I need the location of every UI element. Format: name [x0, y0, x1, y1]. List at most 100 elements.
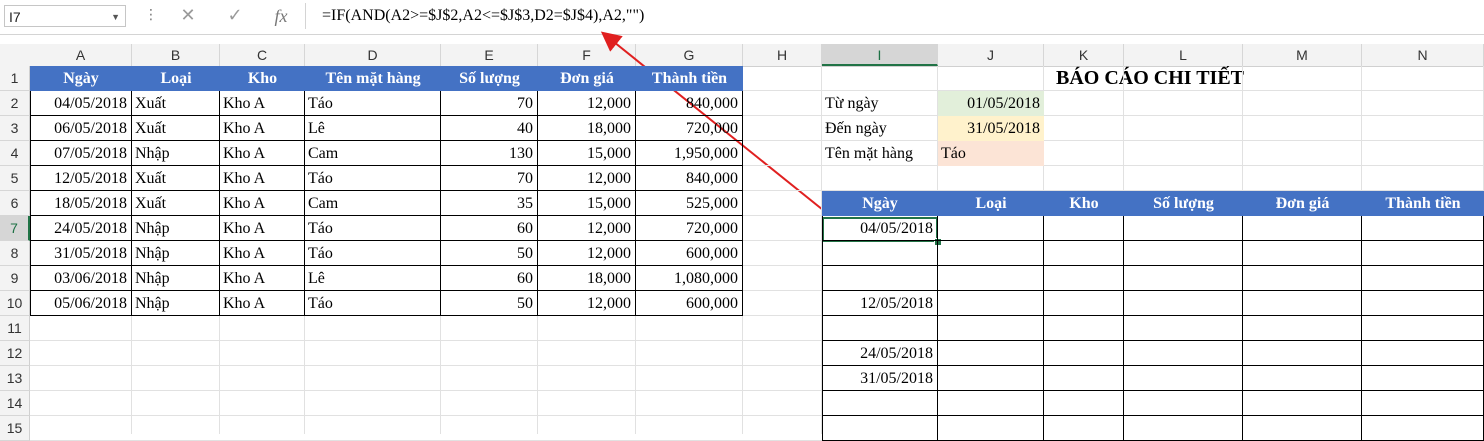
- report-cell[interactable]: [1044, 266, 1124, 291]
- report-header[interactable]: Thành tiền: [1362, 191, 1484, 216]
- source-cell[interactable]: 840,000: [636, 91, 743, 116]
- source-cell[interactable]: 720,000: [636, 216, 743, 241]
- source-header[interactable]: Loại: [132, 66, 220, 91]
- source-cell[interactable]: 70: [441, 91, 538, 116]
- report-header[interactable]: Số lượng: [1124, 191, 1243, 216]
- source-cell[interactable]: 15,000: [538, 191, 636, 216]
- source-cell[interactable]: 70: [441, 166, 538, 191]
- row-header-4[interactable]: 4: [0, 141, 30, 166]
- report-cell[interactable]: [1124, 241, 1243, 266]
- source-cell[interactable]: 06/05/2018: [30, 116, 132, 141]
- source-cell[interactable]: 24/05/2018: [30, 216, 132, 241]
- report-date-cell[interactable]: [822, 241, 938, 266]
- column-header-a[interactable]: A: [30, 44, 132, 66]
- report-cell[interactable]: [1362, 241, 1484, 266]
- report-cell[interactable]: [1044, 391, 1124, 416]
- source-cell[interactable]: Kho A: [220, 91, 305, 116]
- report-cell[interactable]: [938, 291, 1044, 316]
- criteria-label[interactable]: Từ ngày: [822, 91, 938, 116]
- column-header-d[interactable]: D: [305, 44, 441, 66]
- report-date-cell[interactable]: [822, 416, 938, 441]
- source-cell[interactable]: 07/05/2018: [30, 141, 132, 166]
- source-header[interactable]: Kho: [220, 66, 305, 91]
- report-cell[interactable]: [1124, 341, 1243, 366]
- report-cell[interactable]: [1124, 291, 1243, 316]
- report-cell[interactable]: [1124, 416, 1243, 441]
- source-cell[interactable]: 18,000: [538, 266, 636, 291]
- column-header-g[interactable]: G: [636, 44, 743, 66]
- name-box[interactable]: I7 ▼: [4, 5, 126, 27]
- formula-input[interactable]: =IF(AND(A2>=$J$2,A2<=$J$3,D2=$J$4),A2,""…: [305, 3, 1481, 29]
- report-date-cell[interactable]: 04/05/2018: [822, 216, 938, 241]
- insert-function-button[interactable]: fx: [268, 4, 294, 28]
- report-cell[interactable]: [1124, 366, 1243, 391]
- column-header-i[interactable]: I: [822, 44, 938, 66]
- source-cell[interactable]: Kho A: [220, 216, 305, 241]
- report-cell[interactable]: [1243, 416, 1362, 441]
- source-cell[interactable]: 50: [441, 241, 538, 266]
- source-cell[interactable]: 03/06/2018: [30, 266, 132, 291]
- report-cell[interactable]: [938, 341, 1044, 366]
- criteria-label[interactable]: Đến ngày: [822, 116, 938, 141]
- report-cell[interactable]: [1243, 266, 1362, 291]
- report-cell[interactable]: [1243, 241, 1362, 266]
- report-cell[interactable]: [1124, 266, 1243, 291]
- source-cell[interactable]: Cam: [305, 191, 441, 216]
- source-cell[interactable]: Nhập: [132, 241, 220, 266]
- column-header-f[interactable]: F: [538, 44, 636, 66]
- report-cell[interactable]: [1243, 216, 1362, 241]
- report-date-cell[interactable]: 12/05/2018: [822, 291, 938, 316]
- report-cell[interactable]: [1243, 391, 1362, 416]
- report-cell[interactable]: [1362, 341, 1484, 366]
- source-cell[interactable]: 31/05/2018: [30, 241, 132, 266]
- column-header-k[interactable]: K: [1044, 44, 1124, 66]
- report-cell[interactable]: [1243, 316, 1362, 341]
- source-cell[interactable]: 35: [441, 191, 538, 216]
- source-cell[interactable]: Kho A: [220, 241, 305, 266]
- report-cell[interactable]: [938, 366, 1044, 391]
- report-cell[interactable]: [938, 216, 1044, 241]
- source-cell[interactable]: 12/05/2018: [30, 166, 132, 191]
- close-icon[interactable]: ✕: [175, 4, 201, 28]
- report-date-cell[interactable]: 31/05/2018: [822, 366, 938, 391]
- row-header-12[interactable]: 12: [0, 341, 30, 366]
- row-header-13[interactable]: 13: [0, 366, 30, 391]
- report-cell[interactable]: [1362, 316, 1484, 341]
- column-header-h[interactable]: H: [743, 44, 822, 66]
- row-header-7[interactable]: 7: [0, 216, 30, 241]
- check-icon[interactable]: ✓: [222, 4, 248, 28]
- source-cell[interactable]: Táo: [305, 291, 441, 316]
- report-cell[interactable]: [938, 416, 1044, 441]
- source-cell[interactable]: Cam: [305, 141, 441, 166]
- report-cell[interactable]: [1124, 391, 1243, 416]
- report-cell[interactable]: [1044, 241, 1124, 266]
- report-cell[interactable]: [1362, 291, 1484, 316]
- column-header-e[interactable]: E: [441, 44, 538, 66]
- source-cell[interactable]: Nhập: [132, 266, 220, 291]
- source-cell[interactable]: 130: [441, 141, 538, 166]
- row-header-5[interactable]: 5: [0, 166, 30, 191]
- report-cell[interactable]: [938, 316, 1044, 341]
- report-cell[interactable]: [1362, 266, 1484, 291]
- row-header-9[interactable]: 9: [0, 266, 30, 291]
- source-cell[interactable]: Táo: [305, 216, 441, 241]
- criteria-value[interactable]: 01/05/2018: [938, 91, 1044, 116]
- report-cell[interactable]: [1362, 216, 1484, 241]
- source-cell[interactable]: 600,000: [636, 241, 743, 266]
- source-cell[interactable]: 40: [441, 116, 538, 141]
- source-header[interactable]: Đơn giá: [538, 66, 636, 91]
- row-header-3[interactable]: 3: [0, 116, 30, 141]
- report-cell[interactable]: [1243, 291, 1362, 316]
- report-date-cell[interactable]: [822, 391, 938, 416]
- source-cell[interactable]: Kho A: [220, 166, 305, 191]
- source-cell[interactable]: 15,000: [538, 141, 636, 166]
- source-cell[interactable]: 18/05/2018: [30, 191, 132, 216]
- report-cell[interactable]: [938, 241, 1044, 266]
- source-cell[interactable]: 12,000: [538, 166, 636, 191]
- source-cell[interactable]: Nhập: [132, 141, 220, 166]
- report-date-cell[interactable]: [822, 266, 938, 291]
- criteria-value[interactable]: 31/05/2018: [938, 116, 1044, 141]
- report-cell[interactable]: [938, 266, 1044, 291]
- column-header-n[interactable]: N: [1362, 44, 1484, 66]
- source-cell[interactable]: Kho A: [220, 191, 305, 216]
